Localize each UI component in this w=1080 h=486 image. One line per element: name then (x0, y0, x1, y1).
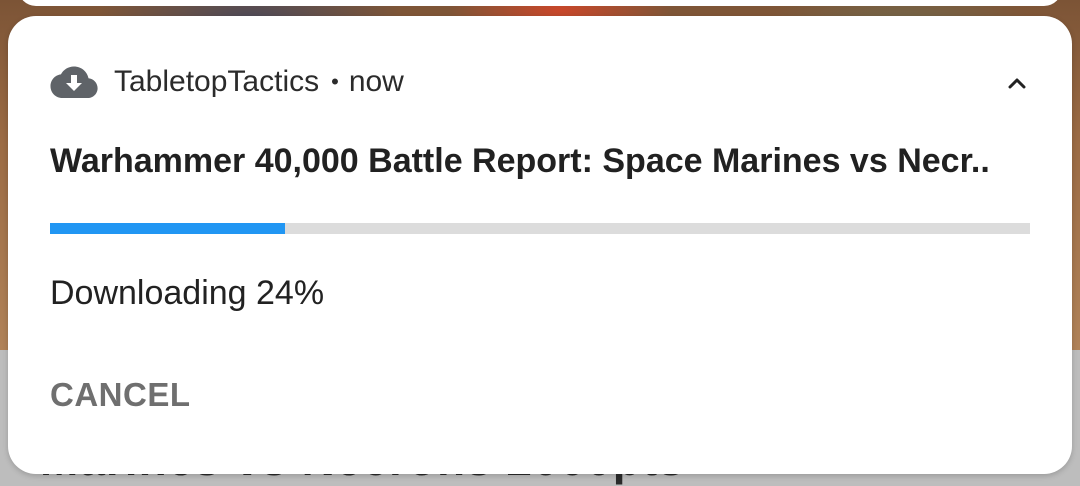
cloud-download-icon (50, 65, 98, 99)
app-name: TabletopTactics (114, 65, 320, 98)
chevron-up-icon[interactable] (1002, 68, 1032, 98)
download-progress-fill (50, 223, 286, 234)
notification-header: TabletopTactics • now (50, 62, 404, 102)
download-status: Downloading 24% (50, 274, 325, 312)
download-progress-bar (50, 223, 1030, 234)
download-notification[interactable]: TabletopTactics • now Warhammer 40,000 B… (8, 16, 1072, 474)
notification-time: now (348, 65, 404, 98)
cancel-button[interactable]: CANCEL (50, 376, 191, 414)
notification-title: Warhammer 40,000 Battle Report: Space Ma… (50, 142, 990, 180)
previous-notification-edge (18, 0, 1062, 6)
header-separator: • (331, 69, 339, 94)
